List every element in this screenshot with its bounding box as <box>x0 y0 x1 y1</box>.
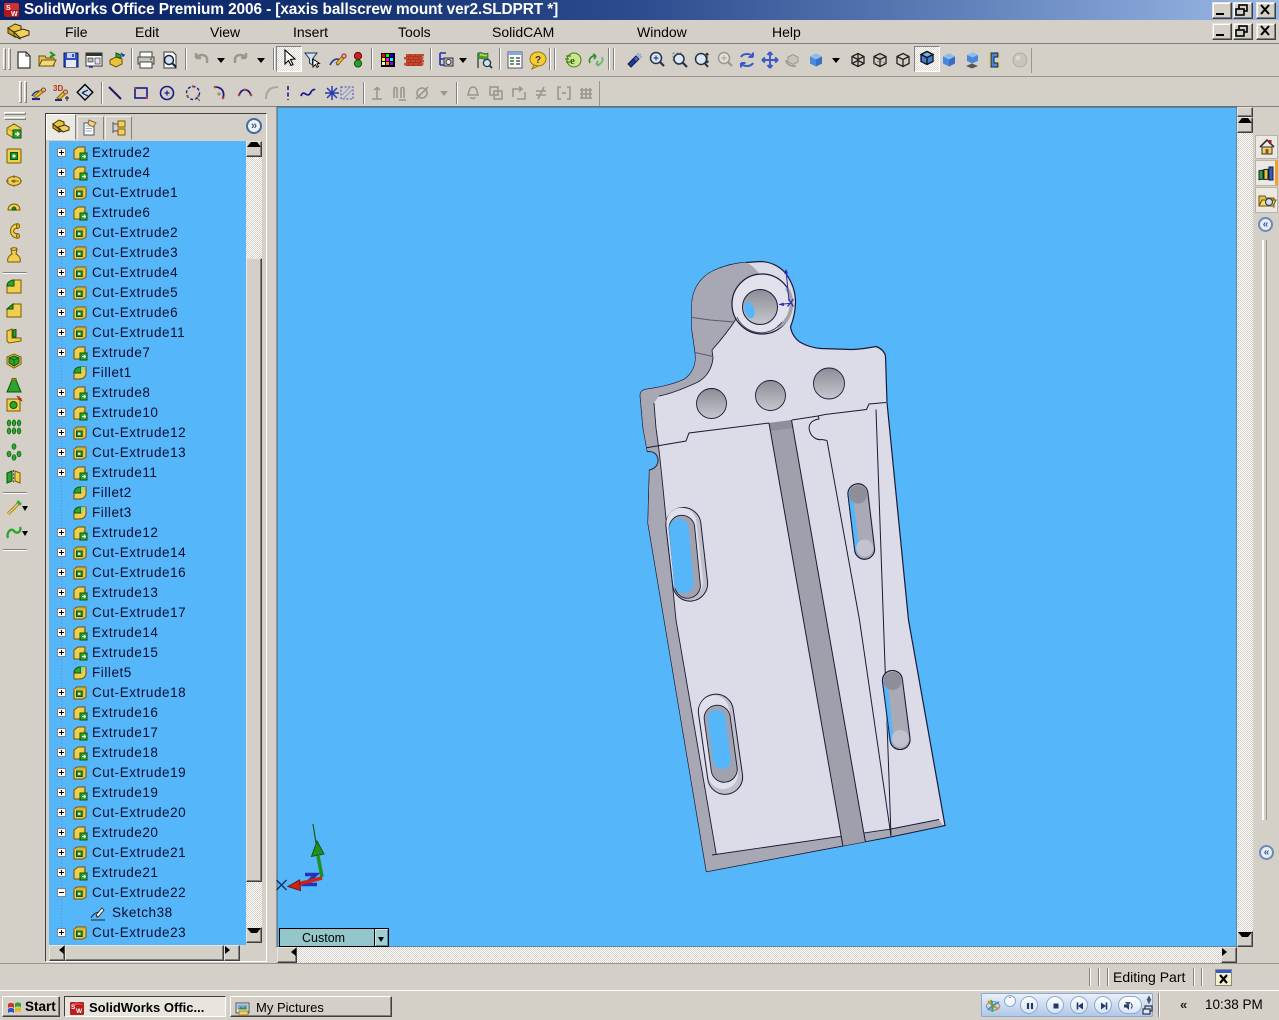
svg-text:W: W <box>76 1008 83 1015</box>
